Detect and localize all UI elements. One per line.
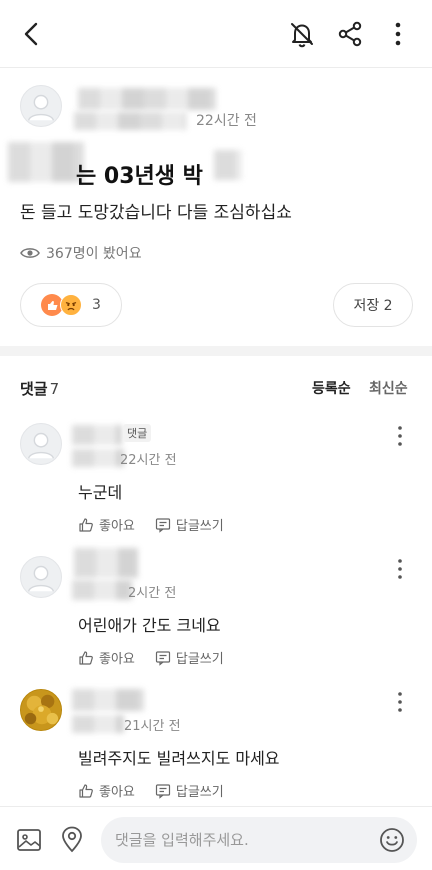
redacted-title-end: [214, 150, 242, 180]
angry-emoji-icon: [60, 294, 82, 316]
view-count-label: 367명이 봤어요: [46, 246, 142, 262]
sort-registered-button[interactable]: 등록순: [312, 378, 351, 398]
commenter-avatar[interactable]: [20, 423, 62, 465]
commenter-tag: 댓글: [123, 424, 152, 442]
like-label: 좋아요: [99, 519, 135, 534]
reaction-count: 3: [92, 297, 101, 313]
comments-label: 댓글: [20, 380, 48, 398]
reply-button[interactable]: 답글쓰기: [155, 781, 224, 800]
comment-input[interactable]: [115, 817, 375, 863]
redacted-commenter-name: [72, 425, 122, 445]
image-attach-icon[interactable]: [16, 827, 42, 853]
reply-label: 답글쓰기: [175, 652, 224, 667]
redacted-commenter-name: [74, 548, 138, 578]
commenter-avatar[interactable]: [20, 689, 62, 731]
redacted-commenter-meta: [72, 580, 132, 600]
comment-text: 누군데: [78, 483, 123, 502]
redacted-author-meta: [74, 112, 186, 130]
comments-count: 7: [49, 380, 60, 398]
redacted-commenter-meta: [72, 449, 124, 467]
post-author-avatar[interactable]: [20, 85, 62, 127]
thumbs-up-icon: [79, 650, 93, 665]
top-bar: [0, 0, 432, 68]
comment-item: 댓글 22시간 전 누군데 좋아요 답글쓰기: [0, 423, 432, 534]
comment-time: 2시간 전: [128, 586, 177, 601]
reply-label: 답글쓰기: [175, 785, 224, 800]
eye-icon: [20, 248, 40, 258]
comment-text: 빌려주지도 빌려쓰지도 마세요: [78, 749, 280, 768]
like-button[interactable]: 좋아요: [78, 515, 135, 534]
comment-more-icon[interactable]: [390, 691, 410, 713]
bell-off-icon[interactable]: [288, 20, 316, 48]
redacted-title-start: [8, 142, 84, 182]
post-time: 22시간 전: [196, 113, 257, 129]
more-vertical-icon[interactable]: [386, 20, 410, 48]
reaction-button[interactable]: 3: [20, 283, 122, 327]
like-button[interactable]: 좋아요: [78, 648, 135, 667]
thumbs-up-icon: [79, 517, 93, 532]
comment-time: 21시간 전: [124, 719, 181, 734]
comment-actions: 좋아요 답글쓰기: [78, 515, 224, 534]
comment-more-icon[interactable]: [390, 425, 410, 447]
reply-button[interactable]: 답글쓰기: [155, 648, 224, 667]
comment-composer: [0, 806, 432, 870]
like-label: 좋아요: [99, 785, 135, 800]
save-button[interactable]: 저장 2: [333, 283, 413, 327]
thumbs-up-icon: [79, 783, 93, 798]
section-divider: [0, 346, 432, 356]
back-icon[interactable]: [18, 20, 46, 48]
share-icon[interactable]: [336, 20, 364, 48]
post-title: 는 03년생 박: [76, 164, 203, 189]
comment-text: 어린애가 간도 크네요: [78, 616, 221, 635]
comment-more-icon[interactable]: [390, 558, 410, 580]
comment-item: 2시간 전 어린애가 간도 크네요 좋아요 답글쓰기: [0, 548, 432, 667]
redacted-commenter-meta: [72, 715, 124, 733]
sort-latest-button[interactable]: 최신순: [369, 378, 408, 398]
reply-icon: [155, 517, 170, 533]
redacted-author-name: [78, 88, 216, 110]
comment-item: 21시간 전 빌려주지도 빌려쓰지도 마세요 좋아요 답글쓰기: [0, 689, 432, 800]
redacted-commenter-name: [72, 689, 144, 711]
location-pin-icon[interactable]: [59, 825, 85, 853]
reply-label: 답글쓰기: [175, 519, 224, 534]
comment-actions: 좋아요 답글쓰기: [78, 781, 224, 800]
comment-actions: 좋아요 답글쓰기: [78, 648, 224, 667]
comments-header: 댓글 7: [20, 378, 59, 399]
comment-time: 22시간 전: [120, 453, 177, 468]
like-label: 좋아요: [99, 652, 135, 667]
post-body: 돈 들고 도망갔습니다 다들 조심하십쇼: [20, 203, 292, 223]
reply-icon: [155, 650, 170, 666]
like-button[interactable]: 좋아요: [78, 781, 135, 800]
reply-button[interactable]: 답글쓰기: [155, 515, 224, 534]
view-count: 367명이 봤어요: [20, 243, 142, 263]
reply-icon: [155, 783, 170, 799]
comment-input-box: [101, 817, 417, 863]
emoji-icon[interactable]: [379, 827, 405, 853]
commenter-avatar[interactable]: [20, 556, 62, 598]
